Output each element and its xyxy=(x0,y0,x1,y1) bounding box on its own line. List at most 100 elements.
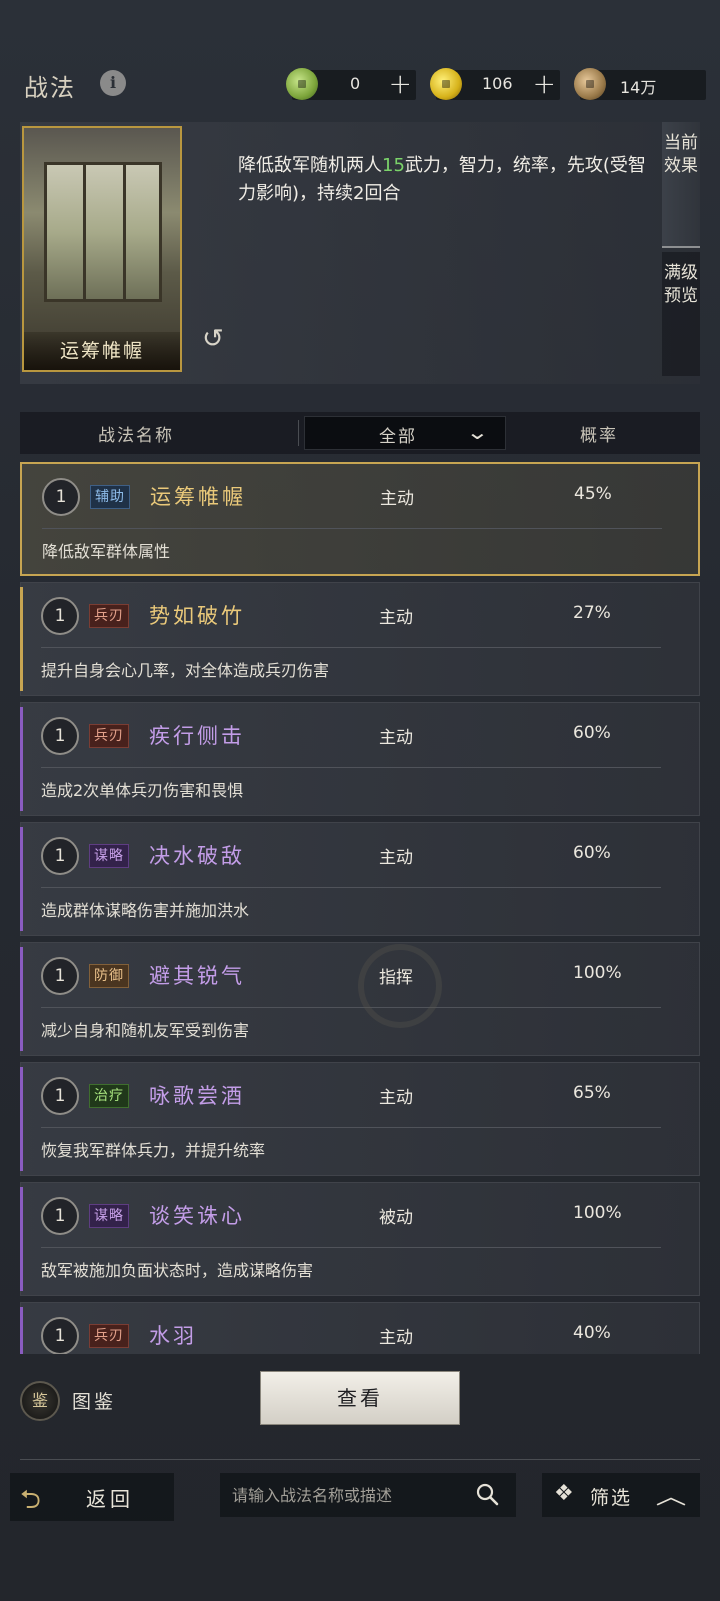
tactic-type: 主动 xyxy=(379,728,413,748)
list-header: 战法名称 全部 ⌄ 概率 xyxy=(20,412,700,454)
level-badge: 1 xyxy=(41,1317,79,1354)
tactic-name: 运筹帷幄 xyxy=(150,485,246,509)
item-divider xyxy=(41,647,661,648)
tactic-summary: 恢复我军群体兵力，并提升统率 xyxy=(41,1141,266,1160)
tactic-card[interactable]: 运筹帷幄 xyxy=(22,126,182,372)
view-button[interactable]: 查看 xyxy=(260,1371,460,1425)
tactic-tag: 谋略 xyxy=(89,844,129,868)
filter-icon: ❖ xyxy=(554,1481,574,1506)
tactic-type: 主动 xyxy=(380,489,414,509)
tactic-tag: 辅助 xyxy=(90,485,130,509)
tab-current-effect[interactable]: 当前效果 xyxy=(662,122,700,248)
tactic-rate: 45% xyxy=(574,484,612,504)
top-bar: 战法 i 0 + 106 + 14万 xyxy=(0,62,720,106)
rarity-accent xyxy=(20,1307,23,1354)
rarity-accent xyxy=(20,587,23,691)
header-divider xyxy=(298,420,299,446)
back-arrow-icon: ⮌ xyxy=(20,1485,41,1515)
info-icon[interactable]: i xyxy=(100,70,126,96)
footer-divider xyxy=(20,1459,700,1460)
item-divider xyxy=(41,1127,661,1128)
tactic-summary: 造成2次单体兵刃伤害和畏惧 xyxy=(41,781,244,800)
list-item[interactable]: 1 兵刃 势如破竹 主动 27% 提升自身会心几率，对全体造成兵刃伤害 xyxy=(20,582,700,696)
rarity-accent xyxy=(20,1187,23,1291)
search-icon[interactable] xyxy=(474,1481,500,1507)
tactic-tag: 防御 xyxy=(89,964,129,988)
chevron-up-icon: ︿ xyxy=(655,1485,687,1510)
filter-button[interactable]: ❖ 筛选 ︿ xyxy=(542,1473,700,1517)
tactic-name: 避其锐气 xyxy=(149,964,245,988)
tactic-list[interactable]: 1 辅助 运筹帷幄 主动 45% 降低敌军群体属性 1 兵刃 势如破竹 主动 2… xyxy=(0,462,720,1354)
tactic-name: 疾行侧击 xyxy=(149,724,245,748)
tactic-tag: 兵刃 xyxy=(89,1324,129,1348)
tactic-rate: 60% xyxy=(573,843,611,863)
list-item[interactable]: 1 兵刃 水羽 主动 40% xyxy=(20,1302,700,1354)
album-label[interactable]: 图鉴 xyxy=(72,1387,116,1414)
list-item[interactable]: 1 兵刃 疾行侧击 主动 60% 造成2次单体兵刃伤害和畏惧 xyxy=(20,702,700,816)
copper-value: 14万 xyxy=(620,78,657,97)
card-artwork xyxy=(44,162,162,302)
album-icon[interactable]: 鉴 xyxy=(20,1381,60,1421)
item-divider xyxy=(41,887,661,888)
tactic-rate: 60% xyxy=(573,723,611,743)
item-divider xyxy=(41,1007,661,1008)
level-badge: 1 xyxy=(41,837,79,875)
tactic-summary: 敌军被施加负面状态时，造成谋略伤害 xyxy=(41,1261,314,1280)
tactic-summary: 提升自身会心几率，对全体造成兵刃伤害 xyxy=(41,661,330,680)
dropdown-value: 全部 xyxy=(379,427,417,447)
tactic-rate: 65% xyxy=(573,1083,611,1103)
tactic-type: 主动 xyxy=(379,608,413,628)
highlight-value: 15 xyxy=(382,155,405,176)
tactic-type: 主动 xyxy=(379,848,413,868)
search-box[interactable] xyxy=(220,1473,516,1517)
item-divider xyxy=(41,767,661,768)
jade-resource: 0 + xyxy=(286,67,416,100)
tab-max-level-preview[interactable]: 满级预览 xyxy=(662,252,700,376)
tactic-rate: 100% xyxy=(573,1203,622,1223)
back-label: 返回 xyxy=(86,1487,134,1511)
tactic-detail-panel: 运筹帷幄 ↺ 降低敌军随机两人15武力，智力，统率，先攻(受智力影响)，持续2回… xyxy=(20,122,700,384)
list-item[interactable]: 1 辅助 运筹帷幄 主动 45% 降低敌军群体属性 xyxy=(20,462,700,576)
tactic-rate: 100% xyxy=(573,963,622,983)
bottom-bar: 鉴 图鉴 查看 ⮌ 返回 ❖ 筛选 ︿ xyxy=(0,1355,720,1601)
jade-add-button[interactable]: + xyxy=(389,67,412,100)
chevron-down-icon: ⌄ xyxy=(465,420,490,444)
gold-coin-icon xyxy=(430,68,462,100)
tactic-tag: 谋略 xyxy=(89,1204,129,1228)
tactic-type: 主动 xyxy=(379,1328,413,1348)
tactic-tag: 兵刃 xyxy=(89,724,129,748)
rarity-accent xyxy=(20,827,23,931)
gold-resource: 106 + xyxy=(430,67,560,100)
back-button[interactable]: ⮌ 返回 xyxy=(10,1473,174,1521)
tactic-name: 水羽 xyxy=(149,1324,197,1348)
tactic-rate: 40% xyxy=(573,1323,611,1343)
level-badge: 1 xyxy=(41,957,79,995)
refresh-icon[interactable]: ↺ xyxy=(202,326,228,352)
level-badge: 1 xyxy=(42,478,80,516)
tactic-name: 咏歌尝酒 xyxy=(149,1084,245,1108)
category-filter-dropdown[interactable]: 全部 ⌄ xyxy=(304,416,506,450)
level-badge: 1 xyxy=(41,597,79,635)
column-name-header: 战法名称 xyxy=(98,426,174,446)
rarity-accent xyxy=(20,707,23,811)
tactic-summary: 减少自身和随机友军受到伤害 xyxy=(41,1021,250,1040)
filter-label: 筛选 xyxy=(590,1487,633,1509)
rarity-accent xyxy=(20,1067,23,1171)
list-item[interactable]: 1 谋略 谈笑诛心 被动 100% 敌军被施加负面状态时，造成谋略伤害 xyxy=(20,1182,700,1296)
tactic-tag: 治疗 xyxy=(89,1084,129,1108)
touch-ripple xyxy=(358,944,442,1028)
item-divider xyxy=(42,528,662,529)
item-divider xyxy=(41,1247,661,1248)
tactic-type: 被动 xyxy=(379,1208,413,1228)
list-item[interactable]: 1 治疗 咏歌尝酒 主动 65% 恢复我军群体兵力，并提升统率 xyxy=(20,1062,700,1176)
level-badge: 1 xyxy=(41,1197,79,1235)
tactic-description: 降低敌军随机两人15武力，智力，统率，先攻(受智力影响)，持续2回合 xyxy=(238,155,646,204)
search-input[interactable] xyxy=(232,1481,462,1509)
tactic-name: 谈笑诛心 xyxy=(149,1204,245,1228)
level-badge: 1 xyxy=(41,1077,79,1115)
list-item[interactable]: 1 谋略 决水破敌 主动 60% 造成群体谋略伤害并施加洪水 xyxy=(20,822,700,936)
gold-add-button[interactable]: + xyxy=(533,67,556,100)
column-rate-header: 概率 xyxy=(580,426,618,446)
tactic-type: 主动 xyxy=(379,1088,413,1108)
card-name: 运筹帷幄 xyxy=(24,332,180,370)
